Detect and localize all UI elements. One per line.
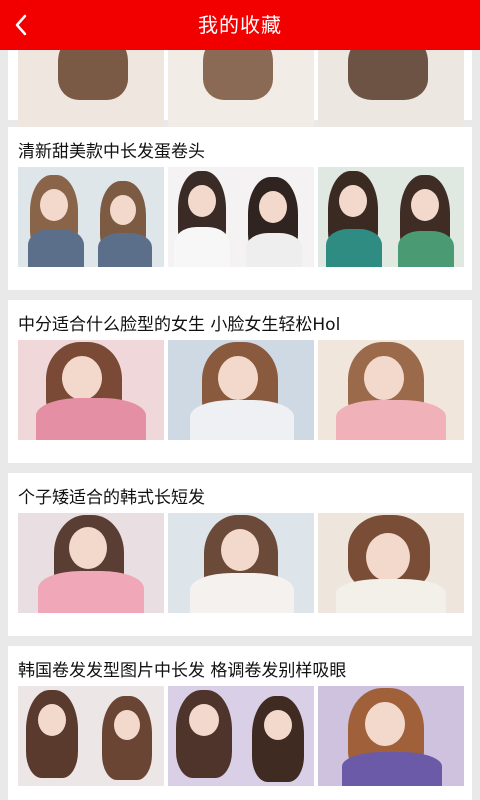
thumbnail-image[interactable] (18, 340, 164, 440)
thumbnail-image[interactable] (18, 167, 164, 267)
page-title: 我的收藏 (198, 13, 282, 37)
favorite-card[interactable]: 韩国卷发发型图片中长发 格调卷发别样吸眼 (8, 646, 472, 800)
app-header: 我的收藏 (0, 0, 480, 50)
favorite-card[interactable]: 清新甜美款中长发蛋卷头 (8, 127, 472, 290)
thumbnail-image[interactable] (18, 513, 164, 613)
favorites-list[interactable]: 清新甜美款中长发蛋卷头 中分适合什么脸型的女生 小脸女生轻松Hol 个子矮适合的… (0, 50, 480, 800)
card-title: 个子矮适合的韩式长短发 (18, 488, 205, 508)
thumbnail-image[interactable] (318, 340, 464, 440)
favorite-card[interactable]: 中分适合什么脸型的女生 小脸女生轻松Hol (8, 300, 472, 463)
favorite-card[interactable]: 个子矮适合的韩式长短发 (8, 473, 472, 636)
thumbnail-image[interactable] (318, 167, 464, 267)
card-title: 清新甜美款中长发蛋卷头 (18, 142, 205, 162)
thumbnail-image[interactable] (168, 513, 314, 613)
thumbnail-image[interactable] (168, 167, 314, 267)
favorite-card[interactable] (8, 50, 472, 140)
card-title: 韩国卷发发型图片中长发 格调卷发别样吸眼 (18, 661, 347, 681)
thumbnail-image[interactable] (168, 340, 314, 440)
thumbnail-image[interactable] (318, 686, 464, 786)
thumbnail-image[interactable] (318, 513, 464, 613)
thumbnail-image[interactable] (168, 686, 314, 786)
thumbnail-image[interactable] (18, 686, 164, 786)
card-title: 中分适合什么脸型的女生 小脸女生轻松Hol (18, 315, 341, 335)
